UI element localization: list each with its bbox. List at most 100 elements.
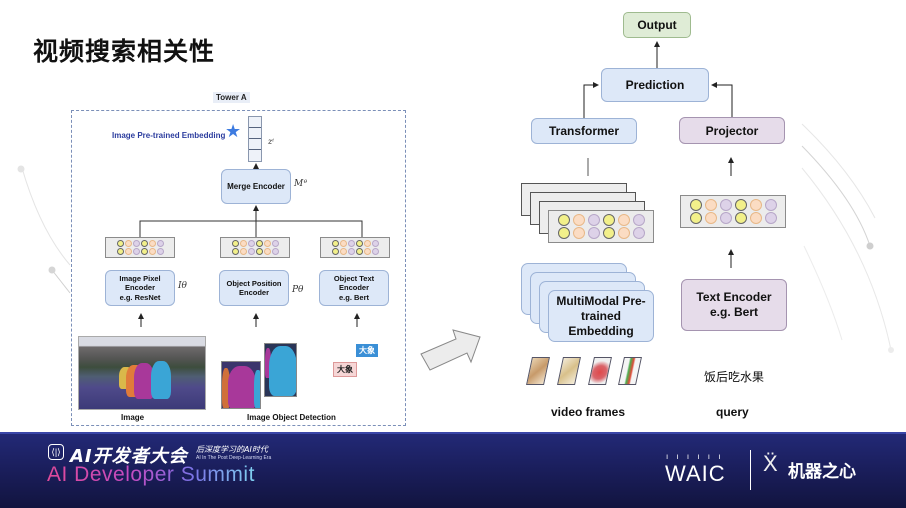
encoder-line: Text Encoder xyxy=(696,290,772,304)
decor-curve xyxy=(51,269,71,294)
feature-vector xyxy=(320,237,390,258)
feature-dot-column xyxy=(355,240,363,255)
feature-dot xyxy=(331,248,339,255)
feature-dot xyxy=(116,248,124,255)
feature-dot-column xyxy=(749,199,762,224)
object-position-encoder-box: Object Position Encoder xyxy=(219,270,289,306)
text-encoder-box: Text Encoder e.g. Bert xyxy=(681,279,787,331)
encoder-line: Object Text xyxy=(333,273,375,283)
feature-dot xyxy=(271,240,279,247)
feature-dot xyxy=(247,240,255,247)
waic-logo-icon: ı ı ı ı ı ı xyxy=(666,452,724,461)
video-frames-caption: video frames xyxy=(551,405,626,419)
feature-dot xyxy=(749,212,762,224)
feature-dot-column xyxy=(617,214,630,239)
feature-dot xyxy=(132,248,140,255)
feature-dot-column xyxy=(231,240,239,255)
feature-dot-column xyxy=(124,240,132,255)
feature-dot xyxy=(363,240,371,247)
feature-dot-column xyxy=(339,240,347,255)
transformer-box: Transformer xyxy=(531,118,637,144)
query-text: 饭后吃水果 xyxy=(704,370,765,384)
decor-curve xyxy=(801,167,892,351)
video-frame-thumbnail xyxy=(557,357,581,385)
feature-dot xyxy=(271,248,279,255)
feature-dot xyxy=(355,248,363,255)
feature-dot xyxy=(355,240,363,247)
elephant-image xyxy=(78,336,206,410)
feature-dot xyxy=(148,240,156,247)
output-box: Output xyxy=(623,12,691,38)
feature-dot xyxy=(231,248,239,255)
detection-caption: Image Object Detection xyxy=(247,413,336,422)
encoder-line: e.g. Bert xyxy=(338,292,369,302)
feature-dot xyxy=(255,248,263,255)
feature-dot-column xyxy=(572,214,585,239)
feature-dot xyxy=(239,248,247,255)
feature-dot xyxy=(156,248,164,255)
embedding-symbol: zⁱ xyxy=(268,137,274,146)
encoder-line: Image Pixel xyxy=(119,273,161,283)
decor-dot xyxy=(17,165,25,173)
feature-dot xyxy=(602,227,615,239)
prediction-box: Prediction xyxy=(601,68,709,102)
footer-logo-divider xyxy=(750,450,751,490)
feature-dot-column xyxy=(734,199,747,224)
slide-title: 视频搜索相关性 xyxy=(33,37,216,66)
feature-dot-column xyxy=(116,240,124,255)
star-icon: ★ xyxy=(225,121,242,141)
feature-dot xyxy=(363,248,371,255)
feature-dot-column xyxy=(140,240,148,255)
feature-dot-column xyxy=(331,240,339,255)
feature-dot xyxy=(263,240,271,247)
feature-dot xyxy=(704,212,717,224)
feature-dot-column xyxy=(719,199,732,224)
image-embedding-label: Image Pre-trained Embedding xyxy=(112,131,226,140)
image-caption: Image xyxy=(121,413,145,422)
event-logo-icon: ⟨|⟩ xyxy=(48,444,64,460)
feature-dot-column xyxy=(263,240,271,255)
feature-dot xyxy=(140,248,148,255)
feature-dot-column xyxy=(371,240,379,255)
feature-dot-column xyxy=(689,199,702,224)
encoder-line: Encoder xyxy=(124,283,155,293)
event-name-en: AI Developer Summit xyxy=(47,463,255,486)
feature-dot xyxy=(116,240,124,247)
feature-dot xyxy=(557,227,570,239)
decor-curve xyxy=(801,123,876,219)
detection-crop xyxy=(221,361,261,409)
feature-dot xyxy=(148,248,156,255)
encoder-line: Encoder xyxy=(238,288,269,297)
frame-vector-card xyxy=(548,210,654,243)
feature-dot-column xyxy=(587,214,600,239)
feature-dot xyxy=(632,214,645,226)
feature-dot xyxy=(572,227,585,239)
feature-vector xyxy=(105,237,175,258)
feature-dot xyxy=(124,240,132,247)
feature-dot xyxy=(617,227,630,239)
query-caption: query xyxy=(716,405,749,419)
feature-dot xyxy=(331,240,339,247)
feature-dot xyxy=(749,199,762,211)
feature-dot-column xyxy=(602,214,615,239)
feature-dot xyxy=(689,212,702,224)
feature-dot xyxy=(689,199,702,211)
feature-dot-column xyxy=(632,214,645,239)
feature-dot-column xyxy=(363,240,371,255)
event-tagline-cn: 后深度学习的AI时代 xyxy=(196,445,268,454)
feature-dot xyxy=(347,248,355,255)
feature-dot xyxy=(557,214,570,226)
feature-dot xyxy=(124,248,132,255)
encoder-symbol: Iθ xyxy=(178,281,187,291)
decor-curve xyxy=(21,167,71,266)
decor-dot xyxy=(866,242,874,250)
feature-dot-column xyxy=(704,199,717,224)
event-tagline-en: AI In The Post Deep-Learning Era xyxy=(196,455,272,461)
feature-dot xyxy=(231,240,239,247)
feature-dot xyxy=(734,212,747,224)
feature-dot xyxy=(156,240,164,247)
feature-dot-column xyxy=(239,240,247,255)
projector-box: Projector xyxy=(679,117,785,144)
decor-curve xyxy=(803,245,843,341)
encoder-line: e.g. ResNet xyxy=(119,292,161,302)
